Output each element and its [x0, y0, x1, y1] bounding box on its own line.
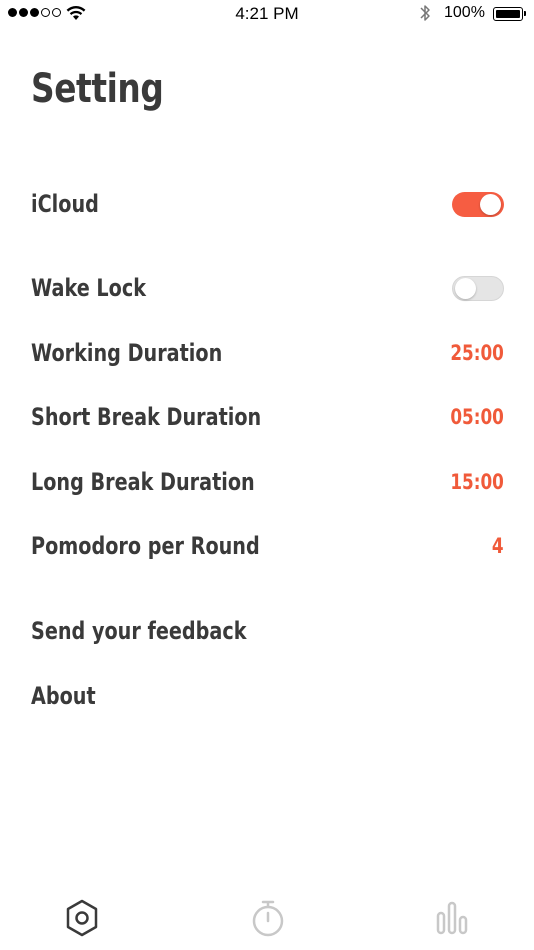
toggle-knob — [480, 193, 501, 215]
battery-percentage: 100% — [444, 4, 485, 21]
stopwatch-icon — [252, 900, 284, 937]
bar-chart-icon — [436, 901, 468, 935]
about-label: About — [31, 682, 96, 710]
short-break-duration-value: 05:00 — [450, 405, 504, 429]
tab-settings[interactable] — [60, 896, 104, 940]
settings-hexagon-icon — [66, 899, 98, 937]
long-break-duration-value: 15:00 — [450, 470, 504, 494]
pomodoro-per-round-row[interactable]: Pomodoro per Round 4 — [31, 526, 504, 566]
working-duration-value: 25:00 — [450, 341, 504, 365]
icloud-row: iCloud — [31, 184, 504, 224]
icloud-label: iCloud — [31, 190, 99, 218]
status-bar: 4:21 PM 100% — [0, 0, 534, 28]
wake-lock-row: Wake Lock — [31, 268, 504, 308]
pomodoro-per-round-label: Pomodoro per Round — [31, 532, 260, 560]
battery-icon — [493, 7, 526, 21]
short-break-duration-row[interactable]: Short Break Duration 05:00 — [31, 397, 504, 437]
page-title: Setting — [31, 66, 164, 112]
icloud-toggle[interactable] — [452, 191, 504, 217]
long-break-duration-row[interactable]: Long Break Duration 15:00 — [31, 462, 504, 502]
short-break-duration-label: Short Break Duration — [31, 403, 262, 431]
about-row[interactable]: About — [31, 676, 504, 716]
pomodoro-per-round-value: 4 — [492, 534, 504, 558]
tab-statistics[interactable] — [430, 896, 474, 940]
wake-lock-toggle[interactable] — [452, 275, 504, 301]
tab-timer[interactable] — [246, 896, 290, 940]
send-feedback-row[interactable]: Send your feedback — [31, 611, 504, 651]
working-duration-row[interactable]: Working Duration 25:00 — [31, 333, 504, 373]
long-break-duration-label: Long Break Duration — [31, 468, 255, 496]
working-duration-label: Working Duration — [31, 339, 223, 367]
toggle-knob — [455, 277, 476, 299]
wake-lock-label: Wake Lock — [31, 274, 146, 302]
send-feedback-label: Send your feedback — [31, 617, 247, 645]
bluetooth-icon — [420, 5, 430, 21]
